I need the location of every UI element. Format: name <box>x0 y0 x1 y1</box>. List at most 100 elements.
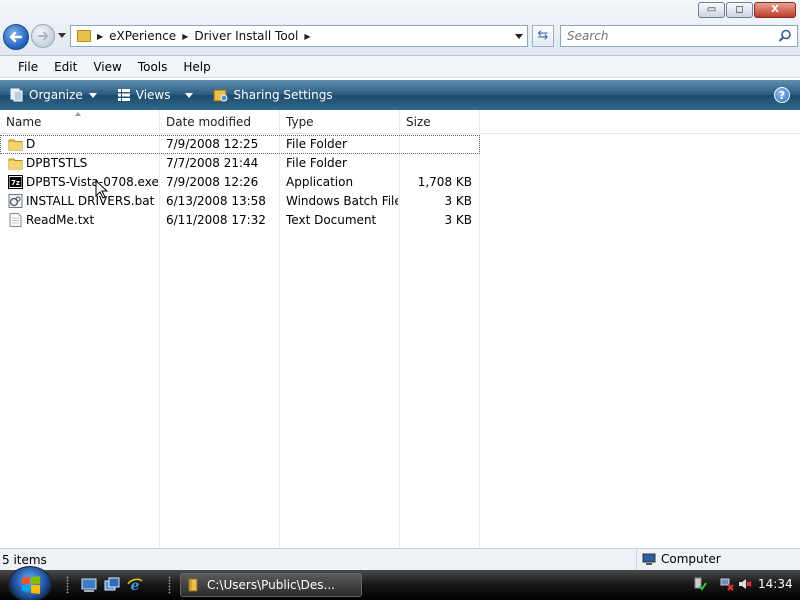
file-date: 6/13/2008 13:58 <box>166 194 266 208</box>
menu-edit[interactable]: Edit <box>54 60 77 74</box>
file-size: 1,708 KB <box>417 175 472 189</box>
chevron-right-icon[interactable]: ▶ <box>304 32 310 41</box>
folder-icon <box>77 30 91 42</box>
file-type: Text Document <box>286 213 377 227</box>
file-type: Application <box>286 175 354 189</box>
volume-muted-icon[interactable] <box>738 577 752 591</box>
address-bar[interactable]: ▶ eXPerience ▶ Driver Install Tool ▶ <box>70 25 528 47</box>
svg-text:7z: 7z <box>11 179 20 187</box>
item-count: 5 items <box>2 553 47 567</box>
column-type-label: Type <box>286 115 314 129</box>
toolbar-grip[interactable] <box>66 576 69 594</box>
dropdown-arrow-icon <box>88 92 97 98</box>
taskbar-window-label: C:\Users\Public\Des... <box>207 578 335 592</box>
file-name: DPBTSTLS <box>26 156 88 170</box>
organize-label: Organize <box>29 88 83 102</box>
7zip-exe-icon: 7z <box>8 175 23 189</box>
menu-help[interactable]: Help <box>183 60 210 74</box>
status-location-label: Computer <box>661 552 721 566</box>
help-icon[interactable]: ? <box>774 87 790 103</box>
file-date: 6/11/2008 17:32 <box>166 213 266 227</box>
file-row[interactable]: INSTALL DRIVERS.bat 6/13/2008 13:58 Wind… <box>0 192 480 211</box>
column-type[interactable]: Type <box>280 110 400 134</box>
chevron-right-icon[interactable]: ▶ <box>97 32 103 41</box>
title-bar: ▭ ◻ X ▶ eXPerience ▶ Driver Install Tool… <box>0 0 800 56</box>
recent-pages-dropdown[interactable] <box>58 33 66 38</box>
address-dropdown-icon[interactable] <box>515 34 523 39</box>
views-button[interactable]: Views <box>117 88 193 102</box>
file-date: 7/9/2008 12:26 <box>166 175 259 189</box>
mouse-cursor-icon <box>95 180 109 199</box>
menu-tools[interactable]: Tools <box>138 60 168 74</box>
folder-icon <box>8 158 23 170</box>
file-row[interactable]: D 7/9/2008 12:25 File Folder <box>0 135 480 154</box>
show-desktop-icon[interactable] <box>81 577 97 593</box>
forward-arrow-icon <box>37 31 49 41</box>
file-list: Name Date modified Type Size D 7/9/2008 … <box>0 110 800 548</box>
file-type: File Folder <box>286 137 347 151</box>
folder-icon <box>8 139 23 151</box>
minimize-button[interactable]: ▭ <box>698 2 725 18</box>
chevron-right-icon[interactable]: ▶ <box>182 32 188 41</box>
refresh-button[interactable]: ⇆ <box>532 25 554 47</box>
views-icon <box>117 89 130 101</box>
column-size[interactable]: Size <box>400 110 480 134</box>
start-button[interactable] <box>8 566 52 600</box>
computer-icon <box>642 553 656 565</box>
file-row[interactable]: DPBTSTLS 7/7/2008 21:44 File Folder <box>0 154 480 173</box>
views-label: Views <box>135 88 171 102</box>
status-location: Computer <box>636 549 800 570</box>
menu-view[interactable]: View <box>93 60 121 74</box>
file-name: INSTALL DRIVERS.bat <box>26 194 155 208</box>
clock[interactable]: 14:34 <box>758 577 793 591</box>
safely-remove-hardware-icon[interactable] <box>693 577 707 591</box>
file-size: 3 KB <box>444 213 472 227</box>
back-arrow-icon <box>9 31 23 43</box>
maximize-button[interactable]: ◻ <box>726 2 753 18</box>
file-name: D <box>26 137 36 151</box>
search-input[interactable] <box>561 26 761 46</box>
file-name: ReadMe.txt <box>26 213 95 227</box>
internet-explorer-icon[interactable]: e <box>127 577 143 593</box>
organize-button[interactable]: Organize <box>10 88 97 102</box>
breadcrumb-driver-install-tool[interactable]: Driver Install Tool <box>194 29 298 43</box>
column-date-label: Date modified <box>166 115 252 129</box>
file-size: 3 KB <box>444 194 472 208</box>
window-controls: ▭ ◻ X <box>698 2 796 18</box>
sort-ascending-icon <box>75 112 81 116</box>
file-name: DPBTS-Vista-0708.exe <box>26 175 158 189</box>
file-row[interactable]: 7z DPBTS-Vista-0708.exe 7/9/2008 12:26 A… <box>0 173 480 192</box>
system-tray: 14:34 <box>688 570 800 600</box>
back-button[interactable] <box>3 24 29 50</box>
column-name-label: Name <box>6 115 42 129</box>
forward-button[interactable] <box>31 24 55 48</box>
switch-windows-icon[interactable] <box>104 577 120 593</box>
column-size-label: Size <box>406 115 431 129</box>
command-bar: Organize Views Sharing Settings ? <box>0 80 800 110</box>
status-bar: 5 items Computer <box>0 548 800 570</box>
search-icon[interactable] <box>778 29 792 43</box>
windows-logo-icon <box>22 576 40 594</box>
text-document-icon <box>9 213 22 227</box>
file-date: 7/7/2008 21:44 <box>166 156 259 170</box>
sharing-settings-label: Sharing Settings <box>233 88 333 102</box>
organize-icon <box>10 88 23 102</box>
file-type: File Folder <box>286 156 347 170</box>
search-box[interactable] <box>560 25 798 47</box>
column-date-modified[interactable]: Date modified <box>160 110 280 134</box>
menu-bar: File Edit View Tools Help <box>0 56 800 78</box>
taskbar-window-button[interactable]: C:\Users\Public\Des... <box>180 573 362 597</box>
folder-icon <box>188 578 198 592</box>
close-button[interactable]: X <box>754 2 796 18</box>
dropdown-arrow-icon <box>184 92 193 98</box>
menu-file[interactable]: File <box>18 60 38 74</box>
breadcrumb-experience[interactable]: eXPerience <box>109 29 176 43</box>
network-disconnected-icon[interactable] <box>720 577 734 591</box>
file-row[interactable]: ReadMe.txt 6/11/2008 17:32 Text Document… <box>0 211 480 230</box>
toolbar-grip[interactable] <box>168 576 171 594</box>
column-header-row: Name Date modified Type Size <box>0 110 800 134</box>
batch-file-icon <box>8 194 23 208</box>
taskbar: e C:\Users\Public\Des... 14:34 <box>0 566 800 600</box>
file-type: Windows Batch File <box>286 194 398 208</box>
sharing-settings-button[interactable]: Sharing Settings <box>213 87 333 103</box>
